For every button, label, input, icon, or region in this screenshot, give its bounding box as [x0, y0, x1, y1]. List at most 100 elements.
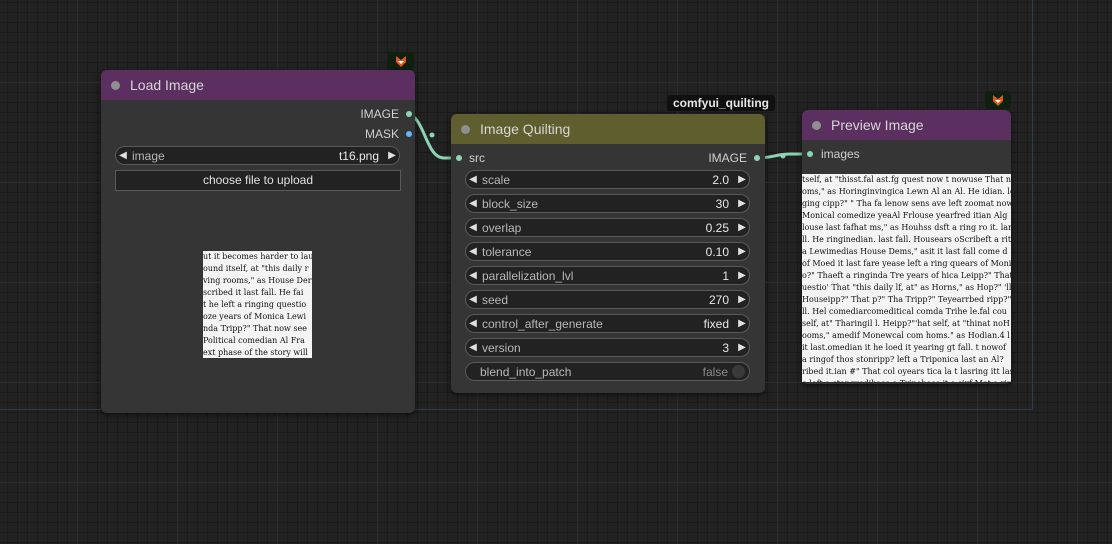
- preview-text-line: Houseipp?" That p?" Tha Tripp?" Teyearrb…: [802, 295, 1011, 304]
- widget-value: 1: [722, 268, 729, 283]
- preview-text-line: ooms," amedif Monewcal com homs." as Hod…: [802, 331, 1010, 340]
- node-title: Image Quilting: [480, 121, 571, 137]
- output-dot[interactable]: [754, 155, 760, 161]
- decrement-arrow-icon[interactable]: ◀: [466, 294, 480, 305]
- output-label: MASK: [364, 127, 399, 141]
- decrement-arrow-icon[interactable]: ◀: [116, 150, 130, 161]
- input-dot[interactable]: [456, 155, 462, 161]
- preview-text-line: a ringof thos stonripp? left a Triponica…: [802, 355, 1004, 364]
- widget-name: image: [132, 148, 165, 163]
- fox-icon: [396, 56, 406, 67]
- preview-text-line: ll. Hel comediarcomeditical comda Trihe …: [802, 307, 1007, 316]
- image-select-widget[interactable]: ◀ image t16.png ▶: [115, 146, 400, 165]
- decrement-arrow-icon[interactable]: ◀: [466, 318, 480, 329]
- widget-control-after-generate[interactable]: ◀ control_after_generate fixed ▶: [465, 314, 750, 333]
- input-src-slot[interactable]: src: [456, 150, 485, 166]
- widget-name: tolerance: [482, 244, 532, 259]
- output-mask-slot[interactable]: MASK: [340, 126, 412, 142]
- output-dot[interactable]: [406, 111, 412, 117]
- load-image-preview: ut it becomes harder to lau ound itself, …: [203, 251, 312, 358]
- output-dot[interactable]: [406, 131, 412, 137]
- widget-block-size[interactable]: ◀ block_size 30 ▶: [465, 194, 750, 213]
- increment-arrow-icon[interactable]: ▶: [385, 150, 399, 161]
- widget-value: 0.10: [705, 244, 729, 259]
- preview-text-line: Monical comedize yeaAl Frlouse yearfred …: [802, 211, 1008, 220]
- increment-arrow-icon[interactable]: ▶: [735, 318, 749, 329]
- input-label: images: [821, 147, 860, 161]
- decrement-arrow-icon[interactable]: ◀: [466, 246, 480, 257]
- preview-text-line: ll. He ringinedian. last fall. Housears …: [802, 235, 1011, 244]
- increment-arrow-icon[interactable]: ▶: [735, 342, 749, 353]
- node-title: Load Image: [130, 77, 204, 93]
- preview-text-line: it last.omedian it he loed it yearing gt…: [802, 343, 1007, 352]
- widget-value: 0.25: [705, 220, 729, 235]
- preview-text-line: ound itself, at "this daily r: [203, 264, 309, 273]
- decrement-arrow-icon[interactable]: ◀: [466, 174, 480, 185]
- widget-value: 3: [722, 340, 729, 355]
- output-image-slot[interactable]: IMAGE: [690, 150, 760, 166]
- widget-tolerance[interactable]: ◀ tolerance 0.10 ▶: [465, 242, 750, 261]
- preview-image-badge: [985, 91, 1011, 109]
- widget-value: fixed: [703, 316, 729, 331]
- output-image-slot[interactable]: IMAGE: [340, 106, 412, 122]
- preview-text-line: ut it becomes harder to lau: [203, 252, 312, 261]
- preview-text-line: of Moed it last fare yease left a ring q…: [802, 259, 1011, 268]
- preview-text-line: nda Tripp?" That now see: [203, 324, 308, 333]
- output-label: IMAGE: [360, 107, 399, 121]
- input-label: src: [469, 151, 485, 165]
- widget-parallelization-lvl[interactable]: ◀ parallelization_lvl 1 ▶: [465, 266, 750, 285]
- widget-value: t16.png: [338, 148, 379, 163]
- widget-name: seed: [482, 292, 509, 307]
- upload-button[interactable]: choose file to upload: [115, 170, 401, 191]
- widget-name: version: [482, 340, 521, 355]
- toggle-name: blend_into_patch: [480, 364, 572, 379]
- preview-text-line: ribed it.ian #" That col oyears tica la …: [802, 367, 1011, 376]
- increment-arrow-icon[interactable]: ▶: [735, 270, 749, 281]
- input-images-slot[interactable]: images: [807, 146, 860, 162]
- increment-arrow-icon[interactable]: ▶: [735, 246, 749, 257]
- collapse-dot[interactable]: [461, 124, 470, 134]
- widget-name: control_after_generate: [482, 316, 603, 331]
- output-label: IMAGE: [708, 151, 747, 165]
- preview-text-line: oze years of Monica Lewi: [203, 312, 307, 321]
- fox-icon: [993, 95, 1003, 106]
- image-quilting-title-bar[interactable]: Image Quilting: [451, 114, 765, 144]
- preview-text-line: t he left a ringing questio: [203, 300, 307, 309]
- decrement-arrow-icon[interactable]: ◀: [466, 222, 480, 233]
- preview-text-line: ging cipp?" " Tha fa lenow sens ave left…: [802, 199, 1011, 208]
- decrement-arrow-icon[interactable]: ◀: [466, 270, 480, 281]
- decrement-arrow-icon[interactable]: ◀: [466, 198, 480, 209]
- package-badge: comfyui_quilting: [667, 95, 775, 111]
- preview-text-line: ving rooms," as House Der: [203, 276, 312, 285]
- load-image-title-bar[interactable]: Load Image: [101, 70, 415, 100]
- preview-text-line: tself, at "thisst.fal ast.fg quest now t…: [802, 175, 1011, 184]
- toggle-value: false: [702, 364, 728, 379]
- widget-scale[interactable]: ◀ scale 2.0 ▶: [465, 170, 750, 189]
- increment-arrow-icon[interactable]: ▶: [735, 222, 749, 233]
- widget-seed[interactable]: ◀ seed 270 ▶: [465, 290, 750, 309]
- widget-version[interactable]: ◀ version 3 ▶: [465, 338, 750, 357]
- widget-value: 30: [715, 196, 729, 211]
- increment-arrow-icon[interactable]: ▶: [735, 174, 749, 185]
- input-dot[interactable]: [807, 151, 813, 157]
- widget-name: parallelization_lvl: [482, 268, 574, 283]
- preview-image-title-bar[interactable]: Preview Image: [802, 110, 1011, 140]
- preview-text-line: uestio' That "this daily lf, at" as Horn…: [802, 283, 1011, 292]
- decrement-arrow-icon[interactable]: ◀: [466, 342, 480, 353]
- increment-arrow-icon[interactable]: ▶: [735, 198, 749, 209]
- toggle-knob[interactable]: [732, 365, 745, 378]
- collapse-dot[interactable]: [812, 120, 821, 130]
- node-title: Preview Image: [831, 117, 924, 133]
- widget-value: 270: [708, 292, 729, 307]
- preview-text-line: scribed it last fall. He fai: [203, 288, 304, 297]
- widget-blend-into-patch[interactable]: blend_into_patch false: [465, 362, 750, 381]
- preview-text-line: e left a stongredibase a Tripehase 't e …: [802, 378, 1011, 382]
- widget-value: 2.0: [712, 172, 729, 187]
- preview-text-line: self, at" Tharingil l. Heipp?"'hat self,…: [802, 319, 1010, 328]
- collapse-dot[interactable]: [111, 80, 120, 90]
- preview-text-line: a Lewimedias House Dems," asit it last f…: [802, 247, 1008, 256]
- widget-overlap[interactable]: ◀ overlap 0.25 ▶: [465, 218, 750, 237]
- increment-arrow-icon[interactable]: ▶: [735, 294, 749, 305]
- preview-output-image: tself, at "thisst.fal ast.fg quest now t…: [802, 174, 1011, 382]
- widget-name: block_size: [482, 196, 539, 211]
